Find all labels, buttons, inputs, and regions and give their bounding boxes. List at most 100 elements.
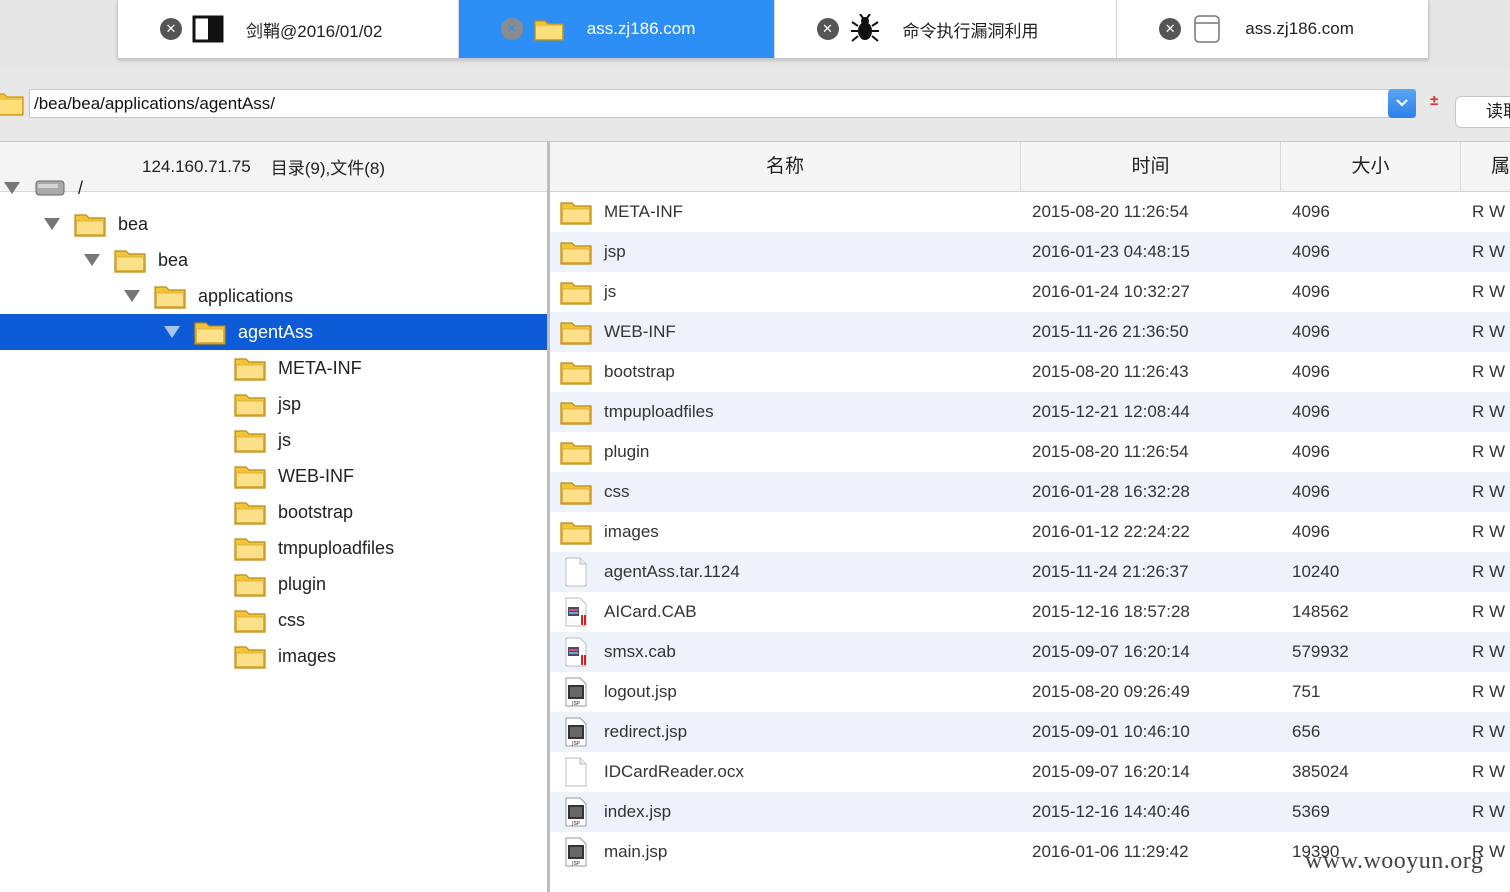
- folder-icon: [234, 463, 266, 489]
- file-time: 2016-01-12 22:24:22: [1032, 522, 1190, 541]
- file-name: tmpuploadfiles: [604, 402, 714, 421]
- file-row[interactable]: plugin 2015-08-20 11:26:54 4096 R W: [550, 432, 1510, 472]
- file-attributes: R W: [1472, 442, 1506, 461]
- tree-node[interactable]: js: [0, 422, 547, 458]
- close-tab-icon[interactable]: ✕: [500, 18, 523, 40]
- file-name: jsp: [604, 242, 626, 261]
- tab-session-note[interactable]: ✕ 剑鞘@2016/01/02: [118, 0, 459, 58]
- folder-icon: [560, 397, 592, 427]
- path-bar: /bea/bea/applications/agentAss/ ± 读取: [0, 70, 1510, 140]
- column-header-name[interactable]: 名称: [550, 142, 1021, 191]
- file-row[interactable]: WEB-INF 2015-11-26 21:36:50 4096 R W: [550, 312, 1510, 352]
- tree-node[interactable]: images: [0, 638, 547, 674]
- expand-triangle-icon[interactable]: [124, 290, 140, 302]
- file-row[interactable]: js 2016-01-24 10:32:27 4096 R W: [550, 272, 1510, 312]
- file-attributes: R W: [1472, 722, 1506, 741]
- tab-database[interactable]: ✕ ass.zj186.com: [1117, 0, 1428, 58]
- file-name: redirect.jsp: [604, 722, 688, 741]
- file-row[interactable]: JSP logout.jsp 2015-08-20 09:26:49 751 R W: [550, 672, 1510, 712]
- tree-node[interactable]: bea: [0, 206, 547, 242]
- expand-triangle-icon[interactable]: [164, 326, 180, 338]
- tree-node[interactable]: /: [0, 170, 547, 206]
- file-time: 2015-09-07 16:20:14: [1032, 642, 1190, 661]
- svg-text:JSP: JSP: [571, 861, 580, 867]
- tree-node-label: WEB-INF: [278, 465, 354, 486]
- file-time: 2015-08-20 11:26:43: [1032, 362, 1189, 381]
- folder-icon: [234, 607, 266, 633]
- file-row[interactable]: css 2016-01-28 16:32:28 4096 R W: [550, 472, 1510, 512]
- folder-icon: [560, 517, 592, 547]
- file-row[interactable]: JSP redirect.jsp 2015-09-01 10:46:10 656 R W: [550, 712, 1510, 752]
- tab-label: 命令执行漏洞利用: [902, 21, 1039, 41]
- tree-node[interactable]: META-INF: [0, 350, 547, 386]
- folder-icon: [74, 211, 106, 237]
- folder-icon: [114, 247, 146, 273]
- path-dropdown-button[interactable]: [1388, 89, 1416, 118]
- tree-node[interactable]: tmpuploadfiles: [0, 530, 547, 566]
- file-row[interactable]: agentAss.tar.1124 2015-11-24 21:26:37 1024…: [550, 552, 1510, 592]
- read-button[interactable]: 读取: [1455, 96, 1510, 128]
- file-row[interactable]: IDCardReader.ocx 2015-09-07 16:20:14 38502…: [550, 752, 1510, 792]
- close-tab-icon[interactable]: ✕: [1159, 18, 1182, 40]
- tree-node[interactable]: applications: [0, 278, 547, 314]
- file-time: 2015-11-24 21:26:37: [1032, 562, 1189, 581]
- file-attributes: R W: [1472, 562, 1506, 581]
- jsp-file-icon: JSP: [560, 797, 592, 827]
- file-name: AICard.CAB: [604, 602, 697, 621]
- expand-triangle-icon[interactable]: [4, 182, 20, 194]
- file-attributes: R W: [1472, 362, 1506, 381]
- column-header-attr[interactable]: 属性: [1461, 142, 1510, 191]
- file-row[interactable]: META-INF 2015-08-20 11:26:54 4096 R W: [550, 192, 1510, 232]
- tree-node[interactable]: bootstrap: [0, 494, 547, 530]
- tab-file-manager[interactable]: ✕ ass.zj186.com: [458, 0, 775, 58]
- file-list-header: 名称 时间 大小 属性: [550, 142, 1510, 192]
- file-size: 4096: [1292, 242, 1330, 261]
- file-time: 2015-08-20 11:26:54: [1032, 442, 1189, 461]
- file-row[interactable]: smsx.cab 2015-09-07 16:20:14 579932 R W: [550, 632, 1510, 672]
- folder-icon: [560, 197, 592, 227]
- file-row[interactable]: tmpuploadfiles 2015-12-21 12:08:44 4096 R W: [550, 392, 1510, 432]
- tab-command-exec[interactable]: ✕ 命令执行漏洞利用: [775, 0, 1118, 58]
- file-row[interactable]: JSP index.jsp 2015-12-16 14:40:46 5369 R W: [550, 792, 1510, 832]
- tree-node[interactable]: WEB-INF: [0, 458, 547, 494]
- file-time: 2015-09-01 10:46:10: [1032, 722, 1190, 741]
- tree-node-label: bea: [158, 249, 189, 270]
- file-attributes: R W: [1472, 762, 1506, 781]
- tree-node[interactable]: bea: [0, 242, 547, 278]
- tree-node-label: css: [278, 609, 305, 630]
- file-row[interactable]: AICard.CAB 2015-12-16 18:57:28 148562 R W: [550, 592, 1510, 632]
- tree-node[interactable]: css: [0, 602, 547, 638]
- plus-minus-button[interactable]: ±: [1430, 92, 1438, 109]
- file-name: index.jsp: [604, 802, 672, 821]
- tree-node[interactable]: jsp: [0, 386, 547, 422]
- tree-node[interactable]: plugin: [0, 566, 547, 602]
- file-name: agentAss.tar.1124: [604, 562, 740, 581]
- file-time: 2016-01-24 10:32:27: [1032, 282, 1190, 301]
- file-row[interactable]: images 2016-01-12 22:24:22 4096 R W: [550, 512, 1510, 552]
- tree-node-label: tmpuploadfiles: [278, 537, 395, 558]
- tree-node-label: /: [78, 177, 84, 198]
- close-tab-icon[interactable]: ✕: [816, 18, 839, 40]
- file-size: 5369: [1292, 802, 1330, 821]
- close-tab-icon[interactable]: ✕: [160, 18, 182, 40]
- file-row[interactable]: bootstrap 2015-08-20 11:26:43 4096 R W: [550, 352, 1510, 392]
- tree-node-label: jsp: [278, 393, 302, 414]
- tree-node-label: images: [278, 645, 337, 666]
- folder-icon: [560, 477, 592, 507]
- file-name: META-INF: [604, 202, 684, 221]
- archive-file-icon: [560, 597, 592, 627]
- blank-file-icon: [560, 757, 592, 787]
- folder-icon: [234, 535, 266, 561]
- file-row[interactable]: jsp 2016-01-23 04:48:15 4096 R W: [550, 232, 1510, 272]
- folder-icon: [560, 357, 592, 387]
- tree-node[interactable]: agentAss: [0, 314, 547, 350]
- path-input[interactable]: /bea/bea/applications/agentAss/: [29, 89, 1416, 118]
- column-header-time[interactable]: 时间: [1021, 142, 1281, 191]
- expand-triangle-icon[interactable]: [84, 254, 100, 266]
- folder-icon: [560, 237, 592, 267]
- column-header-size[interactable]: 大小: [1281, 142, 1461, 191]
- file-size: 10240: [1292, 562, 1340, 581]
- folder-icon: [0, 90, 24, 121]
- folder-icon: [234, 571, 266, 597]
- expand-triangle-icon[interactable]: [44, 218, 60, 230]
